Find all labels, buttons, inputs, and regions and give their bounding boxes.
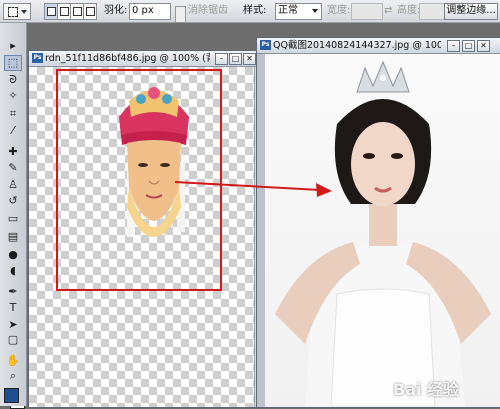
type-tool[interactable]: T <box>5 301 21 315</box>
feather-input[interactable]: 0 px <box>129 3 171 20</box>
intersect-selection-icon <box>86 7 95 16</box>
add-to-selection-button[interactable] <box>57 3 71 20</box>
marquee-tool[interactable]: ⬚ <box>4 55 22 71</box>
history-brush-tool-icon: ↺ <box>8 194 18 207</box>
type-tool-icon: T <box>9 301 17 314</box>
red-arrow <box>174 181 332 197</box>
options-bar: 羽化: 0 px 消除锯齿 样式: 正常 宽度: ⇄ 高度: 调整边缘... <box>0 0 500 23</box>
zoom-tool-icon: ⌕ <box>9 369 17 382</box>
move-tool[interactable]: ▸ <box>5 39 21 53</box>
eraser-tool-icon: ▭ <box>7 212 19 225</box>
antialias-label: 消除锯齿 <box>188 5 228 16</box>
restore-icon[interactable]: □ <box>462 40 475 52</box>
brush-tool[interactable]: ✎ <box>5 161 21 175</box>
healing-brush-tool-icon: ✚ <box>8 145 18 158</box>
lasso-tool[interactable]: ᘐ <box>5 73 21 87</box>
brush-tool-icon: ✎ <box>8 161 18 174</box>
tool-preset-picker[interactable] <box>3 3 31 20</box>
tools-panel: ▸ ⬚ ᘐ ✧ ⌗ ⁄ ✚ ✎ ♙ ↺ ▭ ▤ ● ◖ ✒ T ➤ ▢ ✋ ⌕ <box>0 23 27 409</box>
zoom-tool[interactable]: ⌕ <box>5 369 21 383</box>
foreground-color-swatch[interactable] <box>4 388 19 403</box>
eyedropper-tool[interactable]: ⁄ <box>5 124 21 138</box>
canvas[interactable] <box>29 67 254 407</box>
close-icon[interactable]: ✕ <box>477 40 490 52</box>
gradient-tool-icon: ▤ <box>7 230 19 243</box>
clone-stamp-tool[interactable]: ♙ <box>5 178 21 192</box>
shape-tool-icon: ▢ <box>7 333 19 346</box>
refine-edge-button[interactable]: 调整边缘... <box>444 3 498 20</box>
document-window-right: Ps QQ截图20140824144327.jpg @ 100% (背景... … <box>256 37 500 408</box>
photoshop-doc-icon: Ps <box>32 53 43 63</box>
style-label: 样式: <box>243 5 267 16</box>
gradient-tool[interactable]: ▤ <box>5 230 21 244</box>
healing-brush-tool[interactable]: ✚ <box>5 145 21 159</box>
history-brush-tool[interactable]: ↺ <box>5 194 21 208</box>
baidu-watermark: Bai 经验 <box>393 380 460 399</box>
restore-icon[interactable]: □ <box>229 53 242 65</box>
crop-tool[interactable]: ⌗ <box>5 107 21 121</box>
width-label: 宽度: <box>327 5 351 16</box>
swap-icon[interactable]: ⇄ <box>384 3 392 18</box>
marquee-tool-icon: ⬚ <box>7 56 19 69</box>
minimize-icon[interactable]: – <box>447 40 460 52</box>
window-title: rdn_51f11d86bf486.jpg @ 100% (背景... <box>45 53 210 64</box>
dodge-tool[interactable]: ◖ <box>5 264 21 278</box>
shape-tool[interactable]: ▢ <box>5 333 21 347</box>
bride-portrait-image <box>275 60 491 407</box>
window-title: QQ截图20140824144327.jpg @ 100% (背景... <box>273 40 441 51</box>
clone-stamp-tool-icon: ♙ <box>8 178 18 191</box>
path-selection-tool[interactable]: ➤ <box>5 318 21 332</box>
add-selection-icon <box>60 7 69 16</box>
subtract-selection-button[interactable] <box>70 3 84 20</box>
feather-label: 羽化: <box>104 5 128 16</box>
new-selection-icon <box>47 7 56 16</box>
bride-photo[interactable]: Bai 经验 <box>265 54 500 407</box>
hand-tool-icon: ✋ <box>6 354 20 367</box>
chevron-down-icon <box>312 9 318 13</box>
eyedropper-tool-icon: ⁄ <box>12 124 14 137</box>
close-icon[interactable]: ✕ <box>243 53 256 65</box>
new-selection-button[interactable] <box>44 3 58 20</box>
pen-tool-icon: ✒ <box>8 285 18 298</box>
path-selection-tool-icon: ➤ <box>8 318 18 331</box>
move-tool-icon: ▸ <box>10 39 16 52</box>
width-input[interactable] <box>351 3 383 20</box>
pen-tool[interactable]: ✒ <box>5 285 21 299</box>
blur-tool-icon: ● <box>8 248 18 261</box>
eraser-tool[interactable]: ▭ <box>5 212 21 226</box>
window-title-bar[interactable]: Ps rdn_51f11d86bf486.jpg @ 100% (背景... –… <box>29 51 264 67</box>
window-title-bar[interactable]: Ps QQ截图20140824144327.jpg @ 100% (背景... … <box>257 38 500 54</box>
lasso-tool-icon: ᘐ <box>9 73 17 86</box>
dodge-tool-icon: ◖ <box>10 264 16 277</box>
document-window-left: Ps rdn_51f11d86bf486.jpg @ 100% (背景... –… <box>28 50 265 408</box>
chevron-down-icon <box>21 10 27 14</box>
subtract-selection-icon <box>73 7 82 16</box>
hand-tool[interactable]: ✋ <box>5 354 21 368</box>
antialias-checkbox[interactable] <box>175 6 186 23</box>
height-label: 高度: <box>397 5 421 16</box>
photoshop-doc-icon: Ps <box>260 40 271 50</box>
style-select[interactable]: 正常 <box>275 3 322 20</box>
style-select-value: 正常 <box>278 5 298 16</box>
intersect-selection-button[interactable] <box>83 3 97 20</box>
blur-tool[interactable]: ● <box>5 248 21 262</box>
magic-wand-tool-icon: ✧ <box>8 89 18 102</box>
crop-tool-icon: ⌗ <box>9 107 17 120</box>
rect-marquee-icon <box>8 7 18 17</box>
minimize-icon[interactable]: – <box>215 53 228 65</box>
magic-wand-tool[interactable]: ✧ <box>5 89 21 103</box>
